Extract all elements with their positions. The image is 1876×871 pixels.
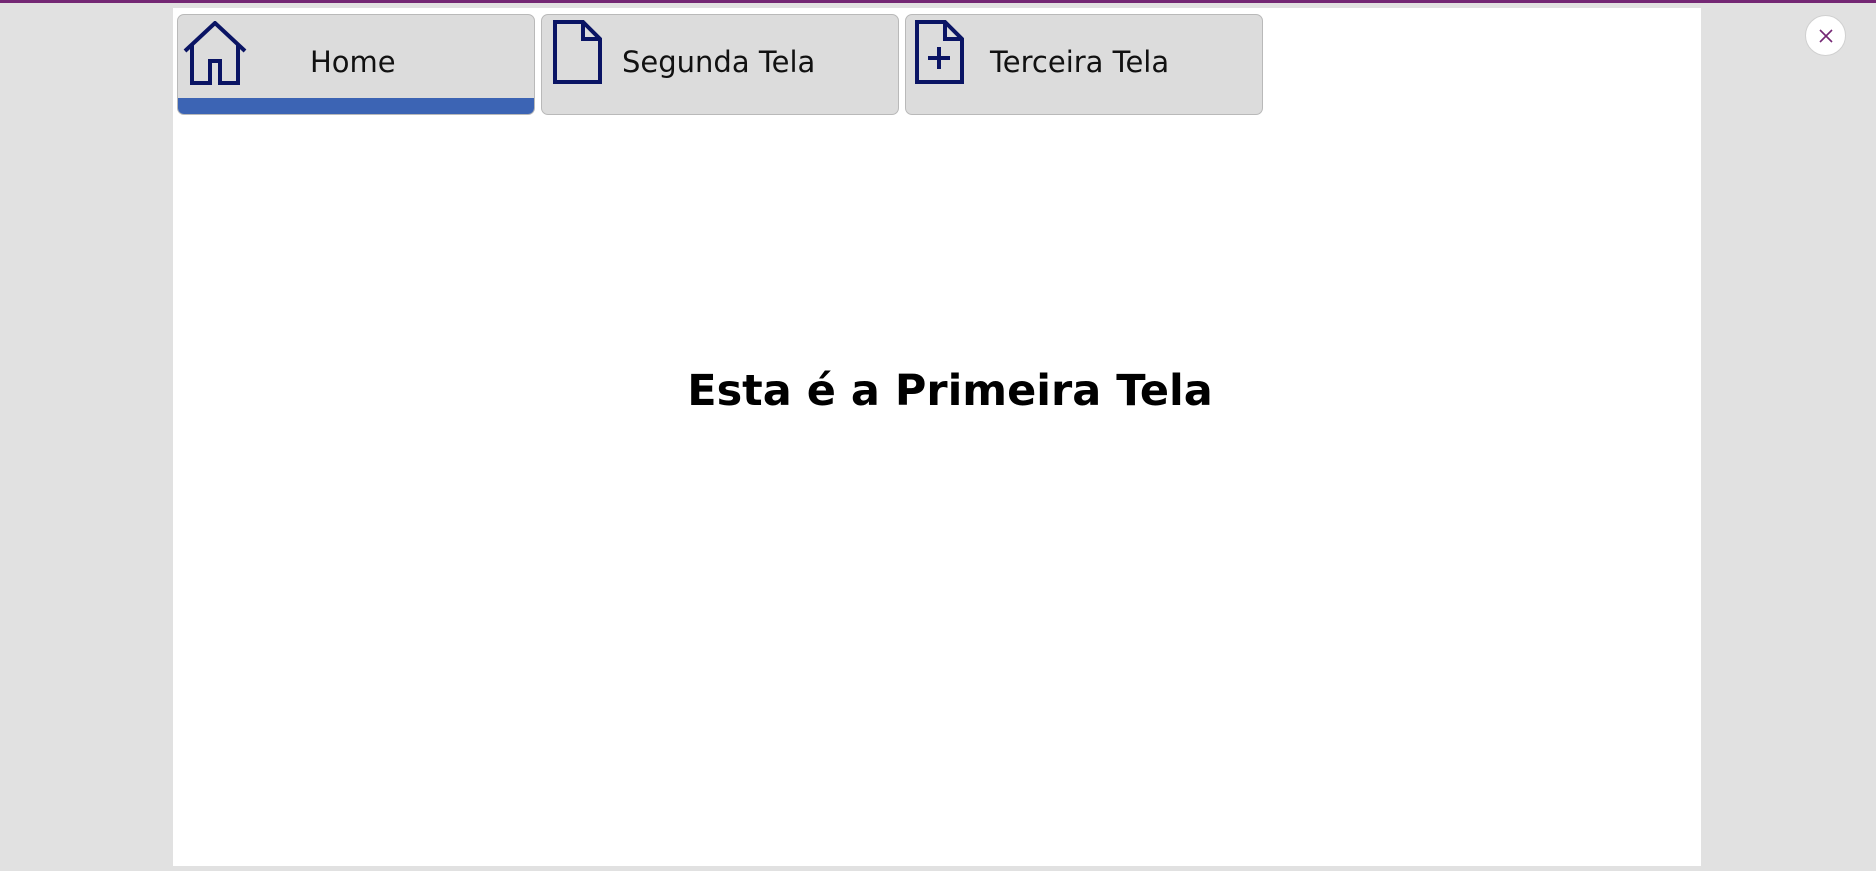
app-accent-bar <box>0 0 1876 3</box>
tab-terceira-tela[interactable]: Terceira Tela <box>905 14 1263 115</box>
close-button[interactable] <box>1805 15 1846 56</box>
tab-terceira-tela-label: Terceira Tela <box>990 45 1170 79</box>
document-icon <box>553 20 602 84</box>
tab-segunda-tela[interactable]: Segunda Tela <box>541 14 899 115</box>
home-icon <box>183 21 247 85</box>
document-add-icon <box>915 20 964 84</box>
close-icon <box>1819 29 1833 43</box>
tab-home[interactable]: Home <box>177 14 535 115</box>
tab-home-label: Home <box>310 45 396 79</box>
active-tab-indicator <box>178 98 534 114</box>
page-heading: Esta é a Primeira Tela <box>687 366 1213 416</box>
app-canvas: Home Segunda Tela Terceira Tela Esta é a… <box>173 8 1701 866</box>
tab-segunda-tela-label: Segunda Tela <box>622 45 816 79</box>
